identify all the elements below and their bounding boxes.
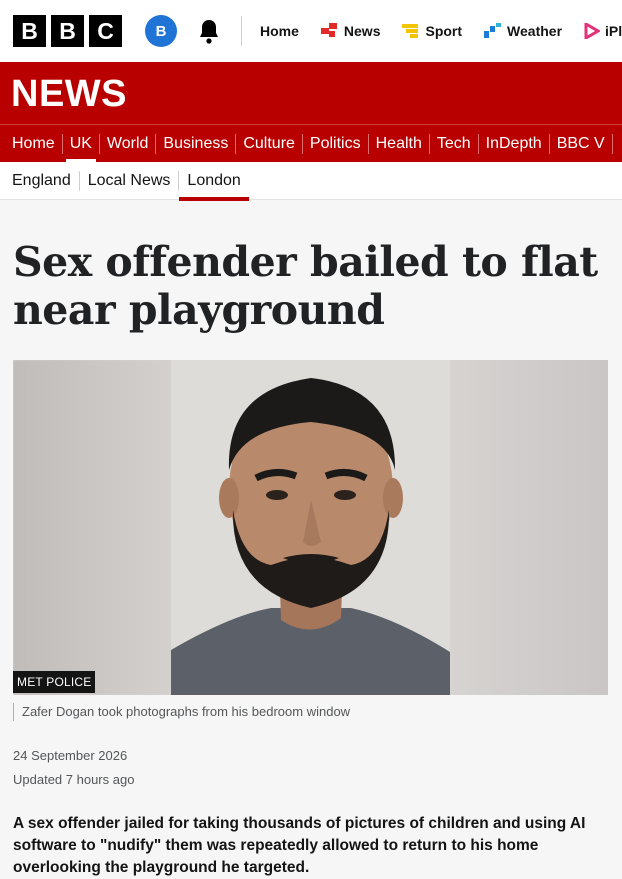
logo-letter-b2: B — [51, 15, 84, 47]
article-lede: A sex offender jailed for taking thousan… — [13, 815, 586, 876]
bell-icon[interactable] — [197, 18, 221, 44]
bbc-logo[interactable]: B B C — [13, 15, 122, 47]
global-nav-home-label: Home — [260, 23, 299, 39]
news-icon — [320, 23, 337, 37]
section-nav-uk[interactable]: UK — [63, 134, 100, 162]
section-nav-world[interactable]: World — [100, 134, 157, 154]
global-nav-sport-label: Sport — [425, 23, 463, 39]
global-nav: Home News Sport Weather iPla — [260, 0, 622, 62]
iplayer-icon — [584, 23, 601, 39]
header-divider — [241, 16, 242, 46]
section-nav-indepth[interactable]: InDepth — [479, 134, 550, 154]
article-date: 24 September 2026 — [13, 748, 128, 763]
section-nav-bbc-verify[interactable]: BBC V — [550, 134, 613, 154]
section-nav: Home UK World Business Culture Politics … — [0, 124, 622, 162]
section-nav-politics[interactable]: Politics — [303, 134, 369, 154]
logo-letter-c: C — [89, 15, 122, 47]
image-blurred-left — [13, 360, 171, 695]
global-nav-iplayer[interactable]: iPla — [584, 23, 622, 39]
sub-nav-england[interactable]: England — [0, 171, 80, 191]
sport-icon — [402, 24, 419, 38]
image-blurred-right — [450, 360, 608, 695]
sub-nav: England Local News London — [0, 162, 622, 201]
sub-nav-local-news[interactable]: Local News — [80, 171, 180, 191]
news-wordmark[interactable]: NEWS — [11, 73, 127, 116]
sub-nav-london[interactable]: London — [179, 171, 250, 201]
global-nav-news-label: News — [343, 23, 381, 39]
article-headline: Sex offender bailed to flat near playgro… — [13, 238, 598, 334]
global-nav-sport[interactable]: Sport — [402, 23, 462, 39]
section-nav-home[interactable]: Home — [0, 134, 63, 154]
global-nav-weather[interactable]: Weather — [484, 23, 562, 39]
global-nav-news[interactable]: News — [320, 23, 381, 39]
section-nav-business[interactable]: Business — [156, 134, 237, 154]
portrait-illustration — [171, 360, 450, 695]
section-nav-health[interactable]: Health — [369, 134, 430, 154]
global-nav-weather-label: Weather — [507, 23, 563, 39]
article-image — [13, 360, 608, 695]
logo-letter-b1: B — [13, 15, 46, 47]
article-updated: Updated 7 hours ago — [13, 772, 135, 787]
account-button[interactable]: B — [145, 15, 177, 47]
section-nav-culture[interactable]: Culture — [236, 134, 303, 154]
image-portrait — [171, 360, 450, 695]
global-nav-iplayer-label: iPla — [605, 23, 622, 39]
global-nav-home[interactable]: Home — [260, 23, 299, 39]
weather-icon — [484, 23, 502, 38]
section-nav-tech[interactable]: Tech — [430, 134, 479, 154]
news-banner: NEWS — [0, 62, 622, 124]
image-credit: MET POLICE — [13, 671, 96, 693]
image-caption: Zafer Dogan took photographs from his be… — [13, 703, 350, 721]
global-header: B B C B Home News Sport Weather iPl — [0, 0, 622, 62]
